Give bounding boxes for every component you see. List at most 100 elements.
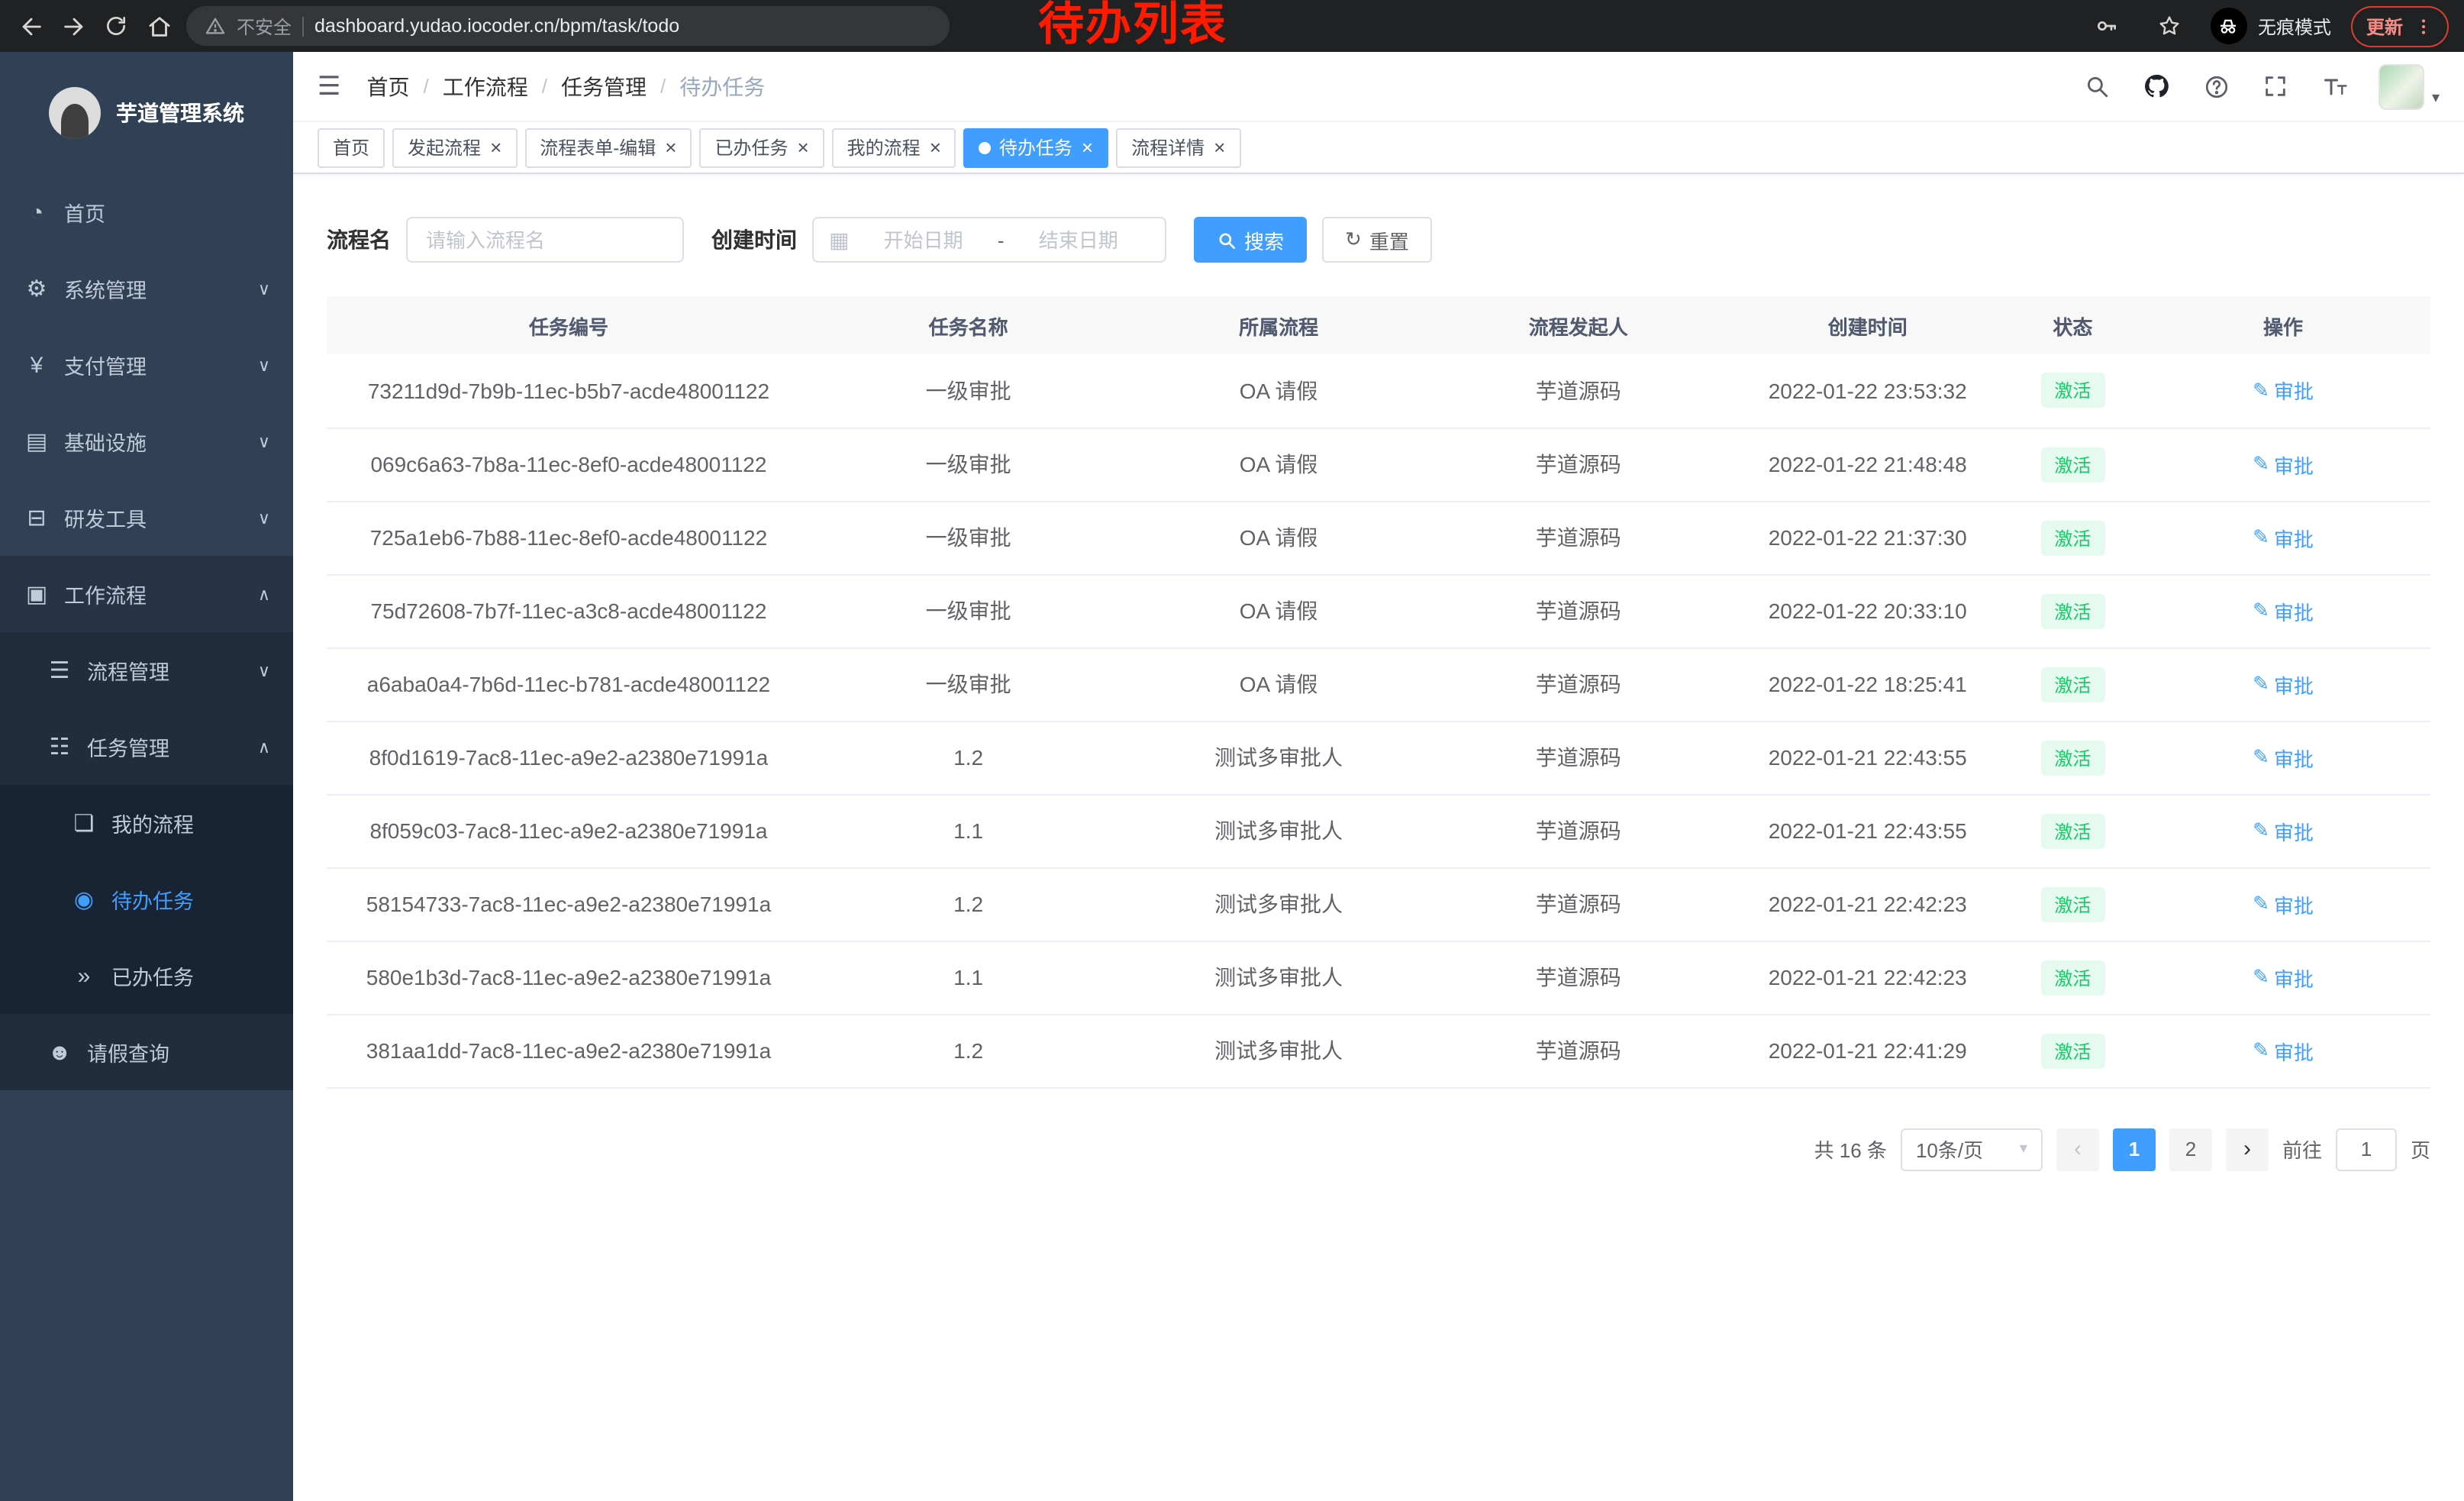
date-range-picker[interactable]: ▦ - [812, 217, 1166, 263]
close-icon[interactable]: × [665, 137, 676, 157]
close-icon[interactable]: × [1082, 137, 1093, 157]
tools-icon: ⊟ [23, 504, 50, 531]
sidebar-item-label: 工作流程 [64, 579, 147, 609]
cell-task-id: 8f0d1619-7ac8-11ec-a9e2-a2380e71991a [327, 721, 811, 794]
cell-task-name: 1.2 [811, 1014, 1126, 1087]
cell-action: ✎审批 [2136, 867, 2430, 941]
close-icon[interactable]: × [490, 137, 502, 157]
status-badge: 激活 [2040, 1033, 2104, 1068]
sidebar-item-devtools[interactable]: ⊟研发工具∨ [0, 479, 293, 556]
user-avatar-menu[interactable]: ▾ [2379, 63, 2440, 109]
breadcrumb-item[interactable]: 工作流程 [443, 71, 528, 102]
sidebar-item-my-process[interactable]: ❏我的流程 [0, 785, 293, 861]
password-key-button[interactable] [2085, 5, 2128, 47]
edit-icon: ✎ [2253, 452, 2269, 476]
tab-label: 发起流程 [408, 134, 481, 160]
cell-task-name: 1.2 [811, 867, 1126, 941]
edit-icon: ✎ [2253, 818, 2269, 843]
app-logo[interactable]: 芋道管理系统 [0, 52, 293, 174]
goto-page-input[interactable] [2336, 1128, 2397, 1170]
tab[interactable]: 首页 [318, 128, 385, 167]
sidebar-item-done-task[interactable]: »已办任务 [0, 938, 293, 1014]
font-size-button[interactable] [2319, 69, 2353, 103]
chevron-down-icon: ∨ [258, 279, 270, 299]
help-button[interactable] [2200, 69, 2233, 103]
cell-process: 测试多审批人 [1126, 1014, 1431, 1087]
tab-label: 我的流程 [847, 134, 921, 160]
approve-link[interactable]: ✎审批 [2253, 816, 2314, 845]
table-row: 069c6a63-7b8a-11ec-8ef0-acde48001122一级审批… [327, 428, 2430, 501]
fullscreen-button[interactable] [2259, 69, 2293, 103]
sidebar-item-workflow[interactable]: ▣工作流程∧ [0, 556, 293, 632]
cell-initiator: 芋道源码 [1431, 867, 1726, 941]
sidebar-item-infra[interactable]: ▤基础设施∨ [0, 403, 293, 479]
browser-forward-button[interactable] [52, 5, 95, 47]
prev-page-button[interactable]: ‹ [2056, 1128, 2099, 1170]
approve-link[interactable]: ✎审批 [2253, 743, 2314, 772]
page-button-1[interactable]: 1 [2113, 1128, 2156, 1170]
sidebar-item-payment[interactable]: ¥支付管理∨ [0, 327, 293, 403]
create-time-label: 创建时间 [711, 224, 797, 255]
end-date-input[interactable] [1008, 228, 1150, 251]
chevron-up-icon: ∧ [258, 584, 270, 604]
tab[interactable]: 已办任务× [699, 128, 824, 167]
edit-icon: ✎ [2253, 672, 2269, 696]
tab-label: 流程详情 [1131, 134, 1205, 160]
page-button-2[interactable]: 2 [2169, 1128, 2212, 1170]
reset-button[interactable]: ↻ 重置 [1322, 217, 1432, 263]
bookmark-star-button[interactable] [2148, 5, 2191, 47]
close-icon[interactable]: × [930, 137, 941, 157]
approve-link[interactable]: ✎审批 [2253, 596, 2314, 625]
approve-link[interactable]: ✎审批 [2253, 450, 2314, 479]
hamburger-icon[interactable]: ☰ [318, 73, 341, 99]
browser-back-button[interactable] [9, 5, 52, 47]
breadcrumb-item[interactable]: 任务管理 [561, 71, 647, 102]
edit-icon: ✎ [2253, 965, 2269, 989]
header-search-button[interactable] [2081, 69, 2114, 103]
tab[interactable]: 我的流程 × [832, 128, 956, 167]
approve-link[interactable]: ✎审批 [2253, 670, 2314, 699]
sidebar-item-label: 待办任务 [111, 884, 194, 915]
sidebar-item-label: 研发工具 [64, 502, 147, 533]
sidebar-item-system[interactable]: ⚙系统管理∨ [0, 250, 293, 327]
browser-update-button[interactable]: 更新 [2351, 5, 2449, 47]
table-row: 8f059c03-7ac8-11ec-a9e2-a2380e71991a1.1测… [327, 794, 2430, 867]
cell-task-id: 069c6a63-7b8a-11ec-8ef0-acde48001122 [327, 428, 811, 501]
browser-home-button[interactable] [137, 5, 180, 47]
approve-link[interactable]: ✎审批 [2253, 963, 2314, 992]
approve-link[interactable]: ✎审批 [2253, 889, 2314, 918]
approve-link[interactable]: ✎审批 [2253, 376, 2314, 405]
user-icon: ☻ [46, 1039, 73, 1065]
search-button[interactable]: 搜索 [1194, 217, 1307, 263]
cell-action: ✎审批 [2136, 941, 2430, 1014]
tab[interactable]: 流程表单-编辑× [524, 128, 692, 167]
github-link-button[interactable] [2140, 69, 2174, 103]
sidebar-item-leave-query[interactable]: ☻请假查询 [0, 1014, 293, 1090]
close-icon[interactable]: × [1214, 137, 1225, 157]
cell-created: 2022-01-22 18:25:41 [1726, 647, 2010, 721]
approve-link[interactable]: ✎审批 [2253, 1036, 2314, 1065]
page-size-select[interactable]: 10条/页 ▾ [1901, 1128, 2043, 1170]
sidebar-item-home[interactable]: ◔首页 [0, 174, 293, 250]
address-bar[interactable]: 不安全 dashboard.yudao.iocoder.cn/bpm/task/… [186, 6, 950, 46]
start-date-input[interactable] [852, 228, 994, 251]
sidebar-item-process-manage[interactable]: ☰流程管理∨ [0, 632, 293, 709]
cell-action: ✎审批 [2136, 428, 2430, 501]
close-icon[interactable]: × [797, 137, 808, 157]
tab[interactable]: 流程详情 × [1116, 128, 1240, 167]
process-name-input[interactable] [406, 217, 684, 263]
sidebar-item-task-manage[interactable]: ☷任务管理∧ [0, 709, 293, 785]
tab[interactable]: 待办任务× [964, 128, 1108, 167]
tab[interactable]: 发起流程 × [392, 128, 517, 167]
navbar-right: ▾ [2081, 63, 2440, 109]
cell-process: OA 请假 [1126, 354, 1431, 428]
next-page-button[interactable]: › [2226, 1128, 2269, 1170]
sidebar-item-todo-task[interactable]: ◉待办任务 [0, 861, 293, 938]
browser-refresh-button[interactable] [95, 5, 137, 47]
date-separator: - [998, 228, 1005, 251]
cell-action: ✎审批 [2136, 501, 2430, 574]
pager: 12 [2113, 1128, 2212, 1170]
breadcrumb-item[interactable]: 首页 [367, 71, 410, 102]
approve-link[interactable]: ✎审批 [2253, 523, 2314, 552]
sidebar-item-label: 首页 [64, 197, 105, 228]
